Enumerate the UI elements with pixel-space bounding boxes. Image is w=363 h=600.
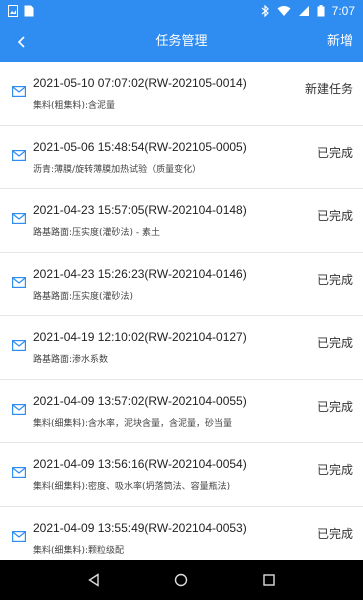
task-id: 2021-04-23 15:26:23(RW-202104-0146)	[33, 266, 247, 281]
add-task-button[interactable]: 新增	[327, 22, 353, 62]
back-triangle-icon	[88, 573, 99, 587]
signal-icon	[298, 6, 309, 16]
task-row[interactable]: 2021-05-06 15:48:54(RW-202105-0005) 沥青:薄…	[0, 125, 363, 189]
status-bar: 7:07	[0, 0, 363, 22]
nav-recents-button[interactable]	[257, 568, 281, 592]
task-status: 已完成	[316, 526, 353, 541]
task-status: 已完成	[316, 336, 353, 350]
task-id: 2021-04-09 13:57:02(RW-202104-0055)	[33, 393, 247, 408]
app-bar: 任务管理 新增	[0, 22, 363, 62]
mail-icon	[12, 403, 26, 415]
task-description: 集料(粗集料):含泥量	[33, 101, 116, 111]
image-notification-icon	[8, 5, 18, 17]
mail-icon	[12, 340, 26, 351]
task-id: 2021-05-06 15:48:54(RW-202105-0005)	[33, 139, 247, 154]
nav-home-button[interactable]	[169, 568, 193, 592]
task-list: 2021-05-10 07:07:02(RW-202105-0014) 集料(粗…	[0, 62, 363, 560]
task-status: 新建任务	[304, 82, 353, 96]
chevron-left-icon	[17, 36, 25, 48]
task-id: 2021-04-23 15:57:05(RW-202104-0148)	[33, 203, 247, 217]
mail-icon	[12, 86, 26, 97]
task-status: 已完成	[316, 145, 353, 160]
task-description: 路基路面:压实度(灌砂法)	[33, 291, 134, 302]
task-row[interactable]: 2021-04-09 13:56:16(RW-202104-0054) 集料(细…	[0, 443, 363, 507]
recents-square-icon	[263, 574, 275, 586]
task-id: 2021-04-09 13:55:49(RW-202104-0053)	[33, 520, 247, 535]
mail-icon	[12, 530, 26, 542]
system-nav-bar	[0, 560, 363, 600]
mail-icon	[12, 149, 26, 161]
task-description: 沥青:薄膜/旋转薄膜加热试验（质量变化）	[33, 164, 202, 175]
task-id: 2021-05-10 07:07:02(RW-202105-0014)	[33, 76, 247, 90]
task-description: 集料(细集料):含水率，泥块含量，含泥量，砂当量	[33, 418, 233, 429]
home-circle-icon	[175, 573, 188, 587]
page-title: 任务管理	[155, 34, 208, 49]
bluetooth-icon	[261, 5, 269, 17]
task-description: 路基路面:渗水系数	[33, 355, 109, 365]
task-row[interactable]: 2021-04-23 15:26:23(RW-202104-0146) 路基路面…	[0, 252, 363, 316]
mail-icon	[12, 467, 26, 478]
task-status: 已完成	[316, 209, 353, 223]
battery-icon	[317, 5, 325, 17]
mail-icon	[12, 213, 26, 224]
document-notification-icon	[24, 5, 34, 17]
task-row[interactable]: 2021-04-09 13:55:49(RW-202104-0053) 集料(细…	[0, 506, 363, 560]
task-row[interactable]: 2021-04-09 13:57:02(RW-202104-0055) 集料(细…	[0, 379, 363, 443]
nav-back-button[interactable]	[82, 568, 106, 592]
back-button[interactable]	[10, 30, 34, 54]
status-time: 7:07	[331, 4, 355, 18]
mail-icon	[12, 276, 26, 288]
task-status: 已完成	[316, 399, 353, 414]
task-row[interactable]: 2021-04-23 15:57:05(RW-202104-0148) 路基路面…	[0, 189, 363, 253]
task-id: 2021-04-09 13:56:16(RW-202104-0054)	[33, 457, 247, 471]
task-row[interactable]: 2021-04-19 12:10:02(RW-202104-0127) 路基路面…	[0, 316, 363, 380]
wifi-icon	[277, 6, 291, 16]
task-id: 2021-04-19 12:10:02(RW-202104-0127)	[33, 330, 247, 344]
task-status: 已完成	[316, 272, 353, 287]
task-description: 集料(细集料):密度、吸水率(坍落筒法、容量瓶法)	[33, 482, 231, 492]
task-row[interactable]: 2021-05-10 07:07:02(RW-202105-0014) 集料(粗…	[0, 62, 363, 126]
task-status: 已完成	[316, 463, 353, 477]
task-description: 路基路面:压实度(灌砂法) - 素土	[33, 228, 161, 238]
task-description: 集料(细集料):颗粒级配	[33, 545, 125, 556]
